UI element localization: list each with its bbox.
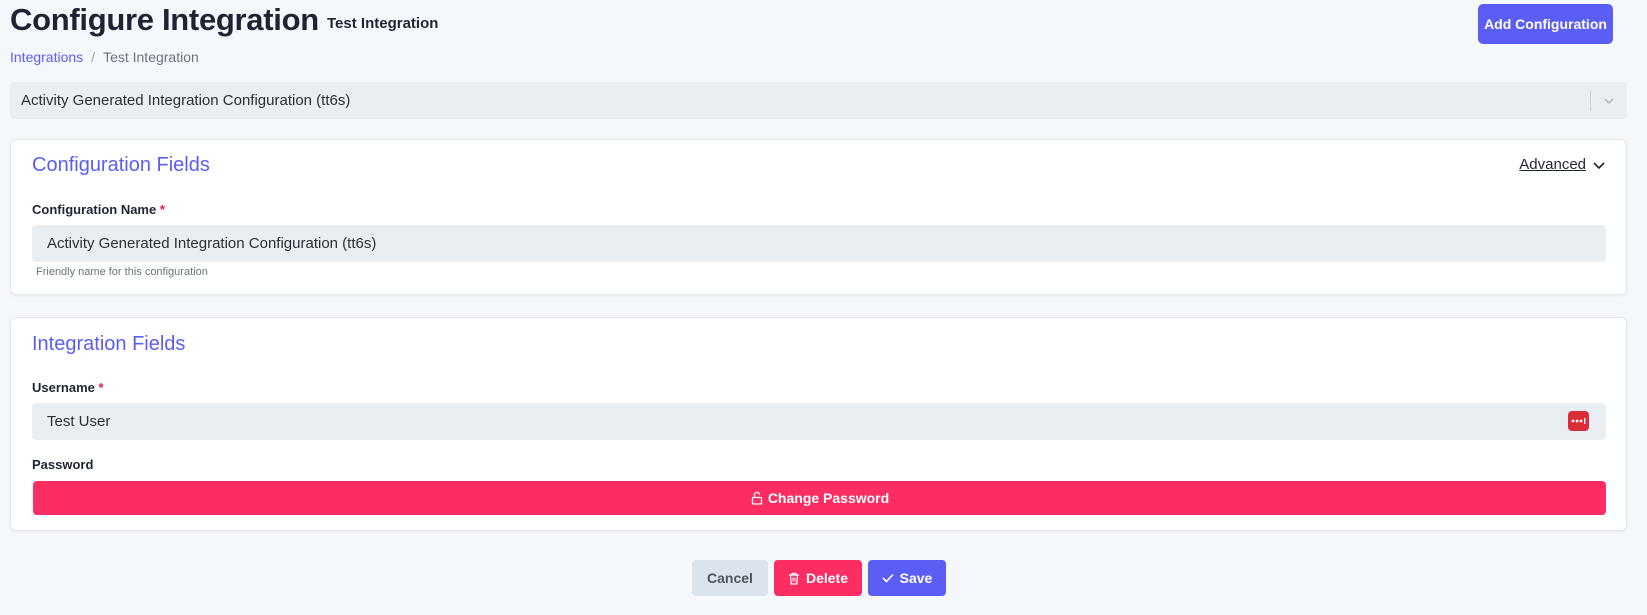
- username-value: Test User: [47, 413, 111, 430]
- card-title-integration-fields: Integration Fields: [32, 333, 186, 355]
- breadcrumb-link-integrations[interactable]: Integrations: [10, 49, 83, 65]
- page-title: Configure Integration: [10, 2, 319, 37]
- trash-icon: [788, 572, 799, 585]
- save-button[interactable]: Save: [868, 560, 946, 596]
- unlock-icon: [751, 491, 762, 505]
- configuration-name-value: Activity Generated Integration Configura…: [47, 235, 377, 252]
- username-label: Username *: [32, 380, 104, 395]
- cancel-button[interactable]: Cancel: [692, 560, 768, 596]
- password-label-text: Password: [32, 457, 94, 472]
- advanced-toggle[interactable]: Advanced: [1519, 156, 1606, 173]
- breadcrumb: Integrations / Test Integration: [10, 49, 199, 65]
- breadcrumb-separator: /: [91, 49, 96, 65]
- change-password-label: Change Password: [767, 490, 890, 506]
- configuration-name-label: Configuration Name *: [32, 202, 165, 217]
- page-subtitle: Test Integration: [327, 15, 439, 32]
- configuration-select-value: Activity Generated Integration Configura…: [21, 92, 351, 109]
- username-input[interactable]: Test User: [32, 403, 1606, 440]
- chevron-down-icon: [1593, 161, 1605, 169]
- add-configuration-button[interactable]: Add Configuration: [1478, 4, 1613, 44]
- configuration-fields-card: Configuration Fields Advanced Configurat…: [10, 139, 1627, 295]
- username-label-text: Username: [32, 380, 95, 395]
- card-title-configuration-fields: Configuration Fields: [32, 154, 210, 176]
- required-marker: *: [159, 202, 165, 217]
- check-icon: [882, 573, 894, 583]
- delete-button[interactable]: Delete: [774, 560, 862, 596]
- delete-label: Delete: [805, 570, 849, 586]
- password-label: Password: [32, 457, 93, 472]
- configuration-select[interactable]: Activity Generated Integration Configura…: [10, 82, 1627, 119]
- save-label: Save: [899, 570, 933, 586]
- password-manager-icon[interactable]: [1568, 411, 1589, 431]
- advanced-label: Advanced: [1519, 156, 1586, 173]
- breadcrumb-current: Test Integration: [103, 49, 199, 65]
- integration-fields-card: Integration Fields Username * Test User …: [10, 317, 1627, 531]
- configuration-name-label-text: Configuration Name: [32, 202, 157, 217]
- change-password-button[interactable]: Change Password: [33, 481, 1606, 515]
- configuration-name-helper: Friendly name for this configuration: [36, 266, 208, 278]
- configuration-name-input[interactable]: Activity Generated Integration Configura…: [32, 225, 1606, 262]
- required-marker: *: [98, 380, 104, 395]
- chevron-down-icon[interactable]: [1591, 94, 1627, 108]
- cancel-label: Cancel: [707, 570, 753, 586]
